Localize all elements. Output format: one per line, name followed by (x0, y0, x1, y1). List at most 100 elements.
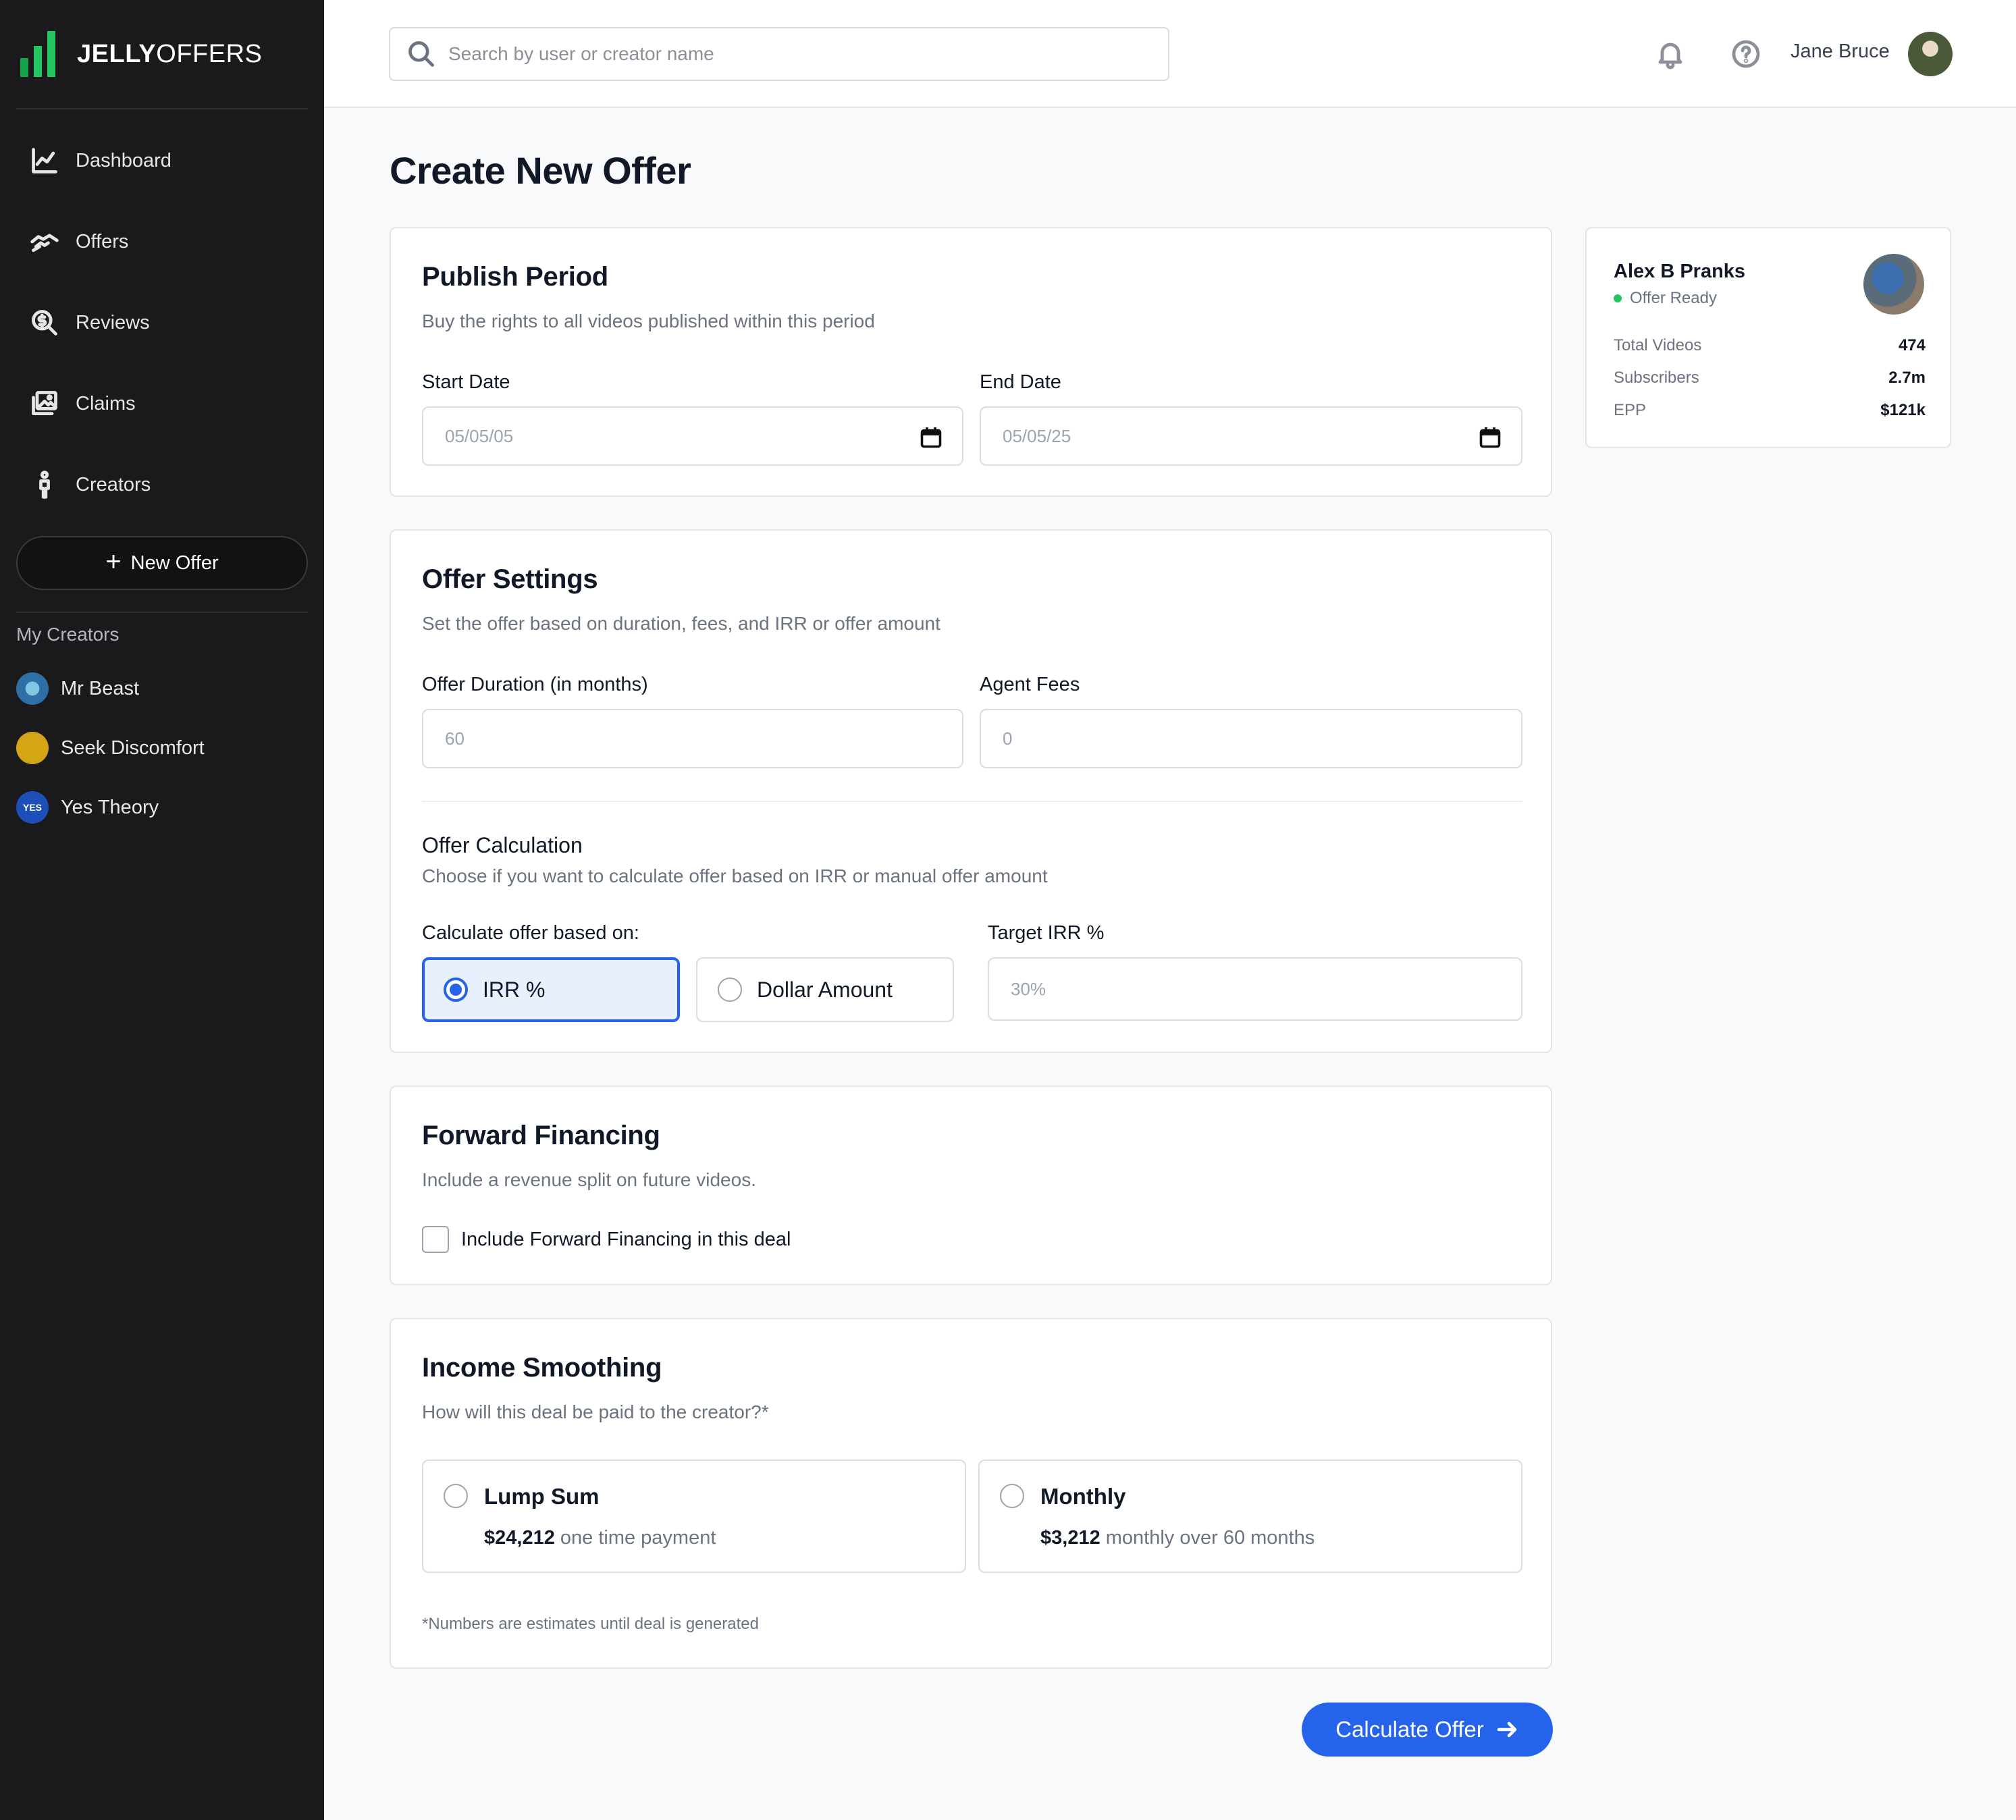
my-creators-heading: My Creators (16, 624, 120, 645)
avatar: YES (16, 791, 49, 824)
sidebar-item-offers[interactable]: Offers (16, 215, 308, 269)
arrow-right-icon (1497, 1721, 1516, 1738)
dollar-amount-option[interactable]: Dollar Amount (696, 957, 954, 1022)
start-date-label: Start Date (422, 371, 510, 393)
sidebar-item-label: Creators (76, 473, 151, 496)
top-header: Jane Bruce (324, 0, 2016, 108)
page-title: Create New Offer (390, 149, 691, 192)
offer-calculation-subtitle: Choose if you want to calculate offer ba… (422, 865, 1048, 886)
creator-name: Yes Theory (61, 796, 159, 818)
bell-icon (1658, 43, 1682, 70)
forward-financing-checkbox-row[interactable]: Include Forward Financing in this deal (422, 1226, 791, 1253)
end-date-field[interactable] (980, 406, 1522, 466)
monthly-description: $3,212 monthly over 60 months (1040, 1527, 1315, 1549)
forward-financing-checkbox[interactable] (422, 1226, 449, 1253)
summary-row-total-videos: Total Videos 474 (1614, 336, 1926, 354)
publish-period-card: Publish Period Buy the rights to all vid… (390, 227, 1552, 497)
help-button[interactable] (1730, 38, 1762, 70)
section-title: Offer Settings (422, 564, 598, 594)
sidebar-item-reviews[interactable]: Reviews (16, 296, 308, 350)
irr-option-label: IRR % (483, 977, 546, 1002)
brand-name: JELLYOFFERS (77, 39, 263, 68)
brand-logo[interactable]: JELLYOFFERS (20, 31, 262, 77)
lump-sum-option[interactable]: Lump Sum $24,212 one time payment (422, 1460, 966, 1573)
plus-icon: + (105, 547, 122, 577)
section-title: Publish Period (422, 262, 608, 292)
sidebar-item-label: Claims (76, 392, 136, 414)
summary-row-epp: EPP $121k (1614, 401, 1926, 419)
avatar (16, 732, 49, 764)
lump-sum-title: Lump Sum (484, 1484, 600, 1509)
section-subtitle: How will this deal be paid to the creato… (422, 1401, 769, 1422)
sidebar: JELLYOFFERS Dashboard Offers Reviews Cla… (0, 0, 324, 1820)
calculate-offer-button[interactable]: Calculate Offer (1302, 1703, 1553, 1757)
creator-item-seek-discomfort[interactable]: Seek Discomfort (16, 728, 308, 768)
radio-unselected-icon (718, 978, 742, 1002)
user-avatar[interactable] (1908, 32, 1953, 76)
calendar-icon[interactable] (919, 425, 943, 450)
offer-settings-card: Offer Settings Set the offer based on du… (390, 529, 1552, 1053)
forward-financing-card: Forward Financing Include a revenue spli… (390, 1086, 1552, 1285)
section-subtitle: Set the offer based on duration, fees, a… (422, 613, 940, 634)
section-title: Forward Financing (422, 1121, 660, 1150)
dollar-amount-option-label: Dollar Amount (757, 977, 893, 1002)
income-smoothing-card: Income Smoothing How will this deal be p… (390, 1318, 1552, 1669)
notifications-button[interactable] (1654, 38, 1687, 70)
new-offer-button[interactable]: + New Offer (16, 536, 308, 590)
target-irr-input[interactable] (1011, 978, 1419, 1000)
creator-summary-name: Alex B Pranks (1614, 261, 1746, 282)
monthly-option[interactable]: Monthly $3,212 monthly over 60 months (978, 1460, 1522, 1573)
target-irr-label: Target IRR % (988, 922, 1105, 944)
sidebar-item-claims[interactable]: Claims (16, 377, 308, 431)
forward-financing-checkbox-label: Include Forward Financing in this deal (461, 1228, 791, 1250)
calculate-offer-label: Calculate Offer (1335, 1717, 1484, 1742)
offer-duration-input[interactable] (445, 728, 859, 749)
section-subtitle: Buy the rights to all videos published w… (422, 311, 875, 331)
radio-unselected-icon (444, 1484, 468, 1508)
radio-unselected-icon (1000, 1484, 1024, 1508)
offer-duration-field[interactable] (422, 709, 963, 768)
start-date-input[interactable] (445, 425, 859, 447)
status-dot-icon (1614, 294, 1622, 302)
person-icon (39, 471, 50, 499)
start-date-field[interactable] (422, 406, 963, 466)
avatar (16, 672, 49, 705)
calendar-icon[interactable] (1478, 425, 1502, 450)
creator-name: Seek Discomfort (61, 737, 205, 759)
line-chart-icon (32, 148, 57, 173)
bar-chart-logo-icon (20, 31, 55, 77)
sidebar-item-dashboard[interactable]: Dashboard (16, 134, 308, 188)
handshake-icon (30, 234, 59, 252)
target-irr-field[interactable] (988, 957, 1522, 1021)
creator-item-yes-theory[interactable]: YES Yes Theory (16, 787, 308, 828)
status-text: Offer Ready (1630, 289, 1717, 307)
section-divider (422, 801, 1522, 802)
sidebar-item-label: Offers (76, 230, 129, 252)
agent-fees-label: Agent Fees (980, 674, 1080, 695)
section-subtitle: Include a revenue split on future videos… (422, 1169, 756, 1190)
offer-duration-label: Offer Duration (in months) (422, 674, 648, 695)
user-name[interactable]: Jane Bruce (1790, 41, 1890, 63)
sidebar-item-label: Dashboard (76, 149, 171, 171)
end-date-input[interactable] (1003, 425, 1418, 447)
images-icon (32, 391, 57, 416)
summary-row-subscribers: Subscribers 2.7m (1614, 369, 1926, 387)
end-date-label: End Date (980, 371, 1061, 393)
creator-item-mr-beast[interactable]: Mr Beast (16, 668, 308, 709)
offer-calculation-title: Offer Calculation (422, 833, 583, 857)
agent-fees-field[interactable] (980, 709, 1522, 768)
irr-option[interactable]: IRR % (422, 957, 680, 1022)
lump-sum-description: $24,212 one time payment (484, 1527, 716, 1549)
search-input[interactable] (448, 43, 1123, 65)
creator-name: Mr Beast (61, 677, 140, 699)
dollar-search-icon (32, 310, 57, 336)
sidebar-item-creators[interactable]: Creators (16, 458, 308, 512)
sidebar-divider (16, 612, 308, 613)
sidebar-divider (16, 108, 308, 109)
calculate-based-on-label: Calculate offer based on: (422, 922, 639, 944)
search-box[interactable] (389, 27, 1169, 81)
estimate-footnote: *Numbers are estimates until deal is gen… (422, 1615, 759, 1633)
status-badge: Offer Ready (1614, 289, 1717, 308)
agent-fees-input[interactable] (1003, 728, 1418, 749)
search-icon (408, 41, 434, 67)
